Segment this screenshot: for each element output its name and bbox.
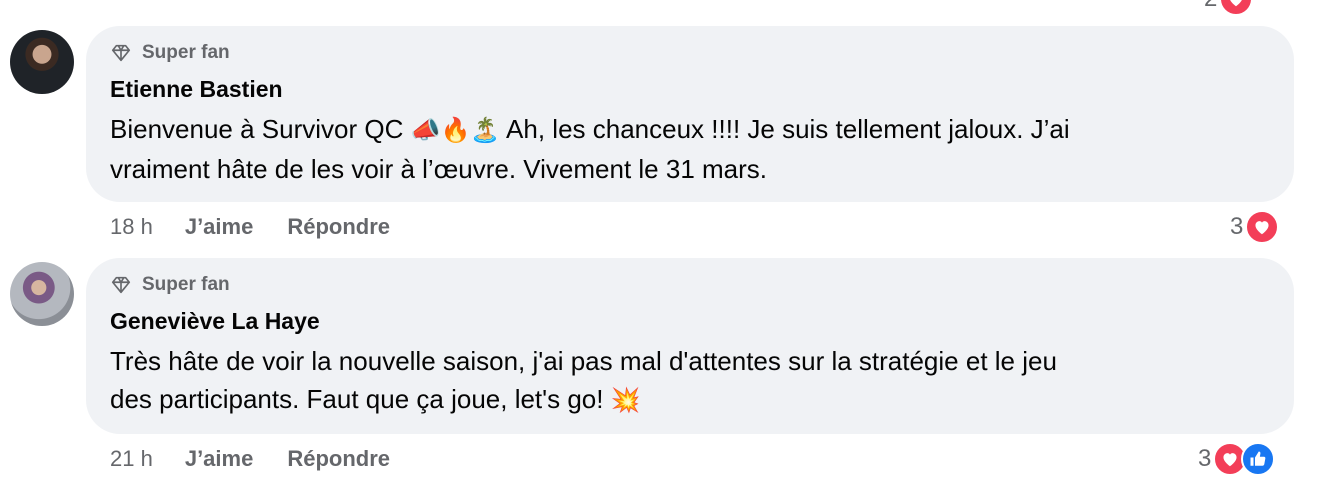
- reactions-summary[interactable]: 3: [1230, 210, 1280, 244]
- comment-text-line: Ah, les chanceux !!!! Je suis tellement …: [500, 114, 1070, 144]
- timestamp[interactable]: 21 h: [110, 446, 153, 472]
- emoji-group: 📣🔥🏝️: [410, 117, 501, 144]
- avatar[interactable]: [10, 30, 74, 94]
- love-reaction-icon: [1219, 0, 1254, 16]
- super-fan-badge[interactable]: Super fan: [110, 274, 230, 296]
- like-button[interactable]: J’aime: [185, 214, 254, 240]
- comment-bubble: Super fan Etienne Bastien Bienvenue à Su…: [86, 26, 1294, 202]
- reactions-summary[interactable]: 3: [1198, 442, 1276, 476]
- badge-label: Super fan: [142, 274, 230, 295]
- super-fan-badge[interactable]: Super fan: [110, 42, 230, 64]
- diamond-icon: [111, 44, 131, 62]
- like-reaction-icon: [1241, 442, 1276, 476]
- comment-text-line: des participants. Faut que ça joue, let'…: [110, 384, 611, 414]
- comment-text-line: Très hâte de voir la nouvelle saison, j'…: [110, 346, 1057, 376]
- comment-text: Bienvenue à Survivor QC 📣🔥🏝️ Ah, les cha…: [110, 110, 1254, 188]
- reaction-count: 3: [1198, 445, 1212, 472]
- like-button[interactable]: J’aime: [185, 446, 254, 472]
- author-name[interactable]: Geneviève La Haye: [110, 308, 320, 335]
- comment-actions: 18 h J’aime Répondre: [110, 214, 424, 240]
- collision-emoji: 💥: [610, 387, 641, 414]
- reply-button[interactable]: Répondre: [287, 446, 390, 472]
- avatar[interactable]: [10, 262, 74, 326]
- previous-comment-reactions[interactable]: 2: [1204, 0, 1254, 16]
- diamond-icon: [111, 276, 131, 294]
- reaction-count: 3: [1230, 213, 1244, 240]
- reply-button[interactable]: Répondre: [287, 214, 390, 240]
- comment-actions: 21 h J’aime Répondre: [110, 446, 424, 472]
- comment-text-line: Bienvenue à Survivor QC: [110, 114, 411, 144]
- love-reaction-icon: [1245, 210, 1280, 244]
- comment-bubble: Super fan Geneviève La Haye Très hâte de…: [86, 258, 1294, 434]
- author-name[interactable]: Etienne Bastien: [110, 76, 283, 103]
- timestamp[interactable]: 18 h: [110, 214, 153, 240]
- comment-text: Très hâte de voir la nouvelle saison, j'…: [110, 342, 1254, 420]
- badge-label: Super fan: [142, 42, 230, 63]
- comment-text-line: vraiment hâte de les voir à l’œuvre. Viv…: [110, 154, 768, 184]
- reaction-count: 2: [1204, 0, 1217, 13]
